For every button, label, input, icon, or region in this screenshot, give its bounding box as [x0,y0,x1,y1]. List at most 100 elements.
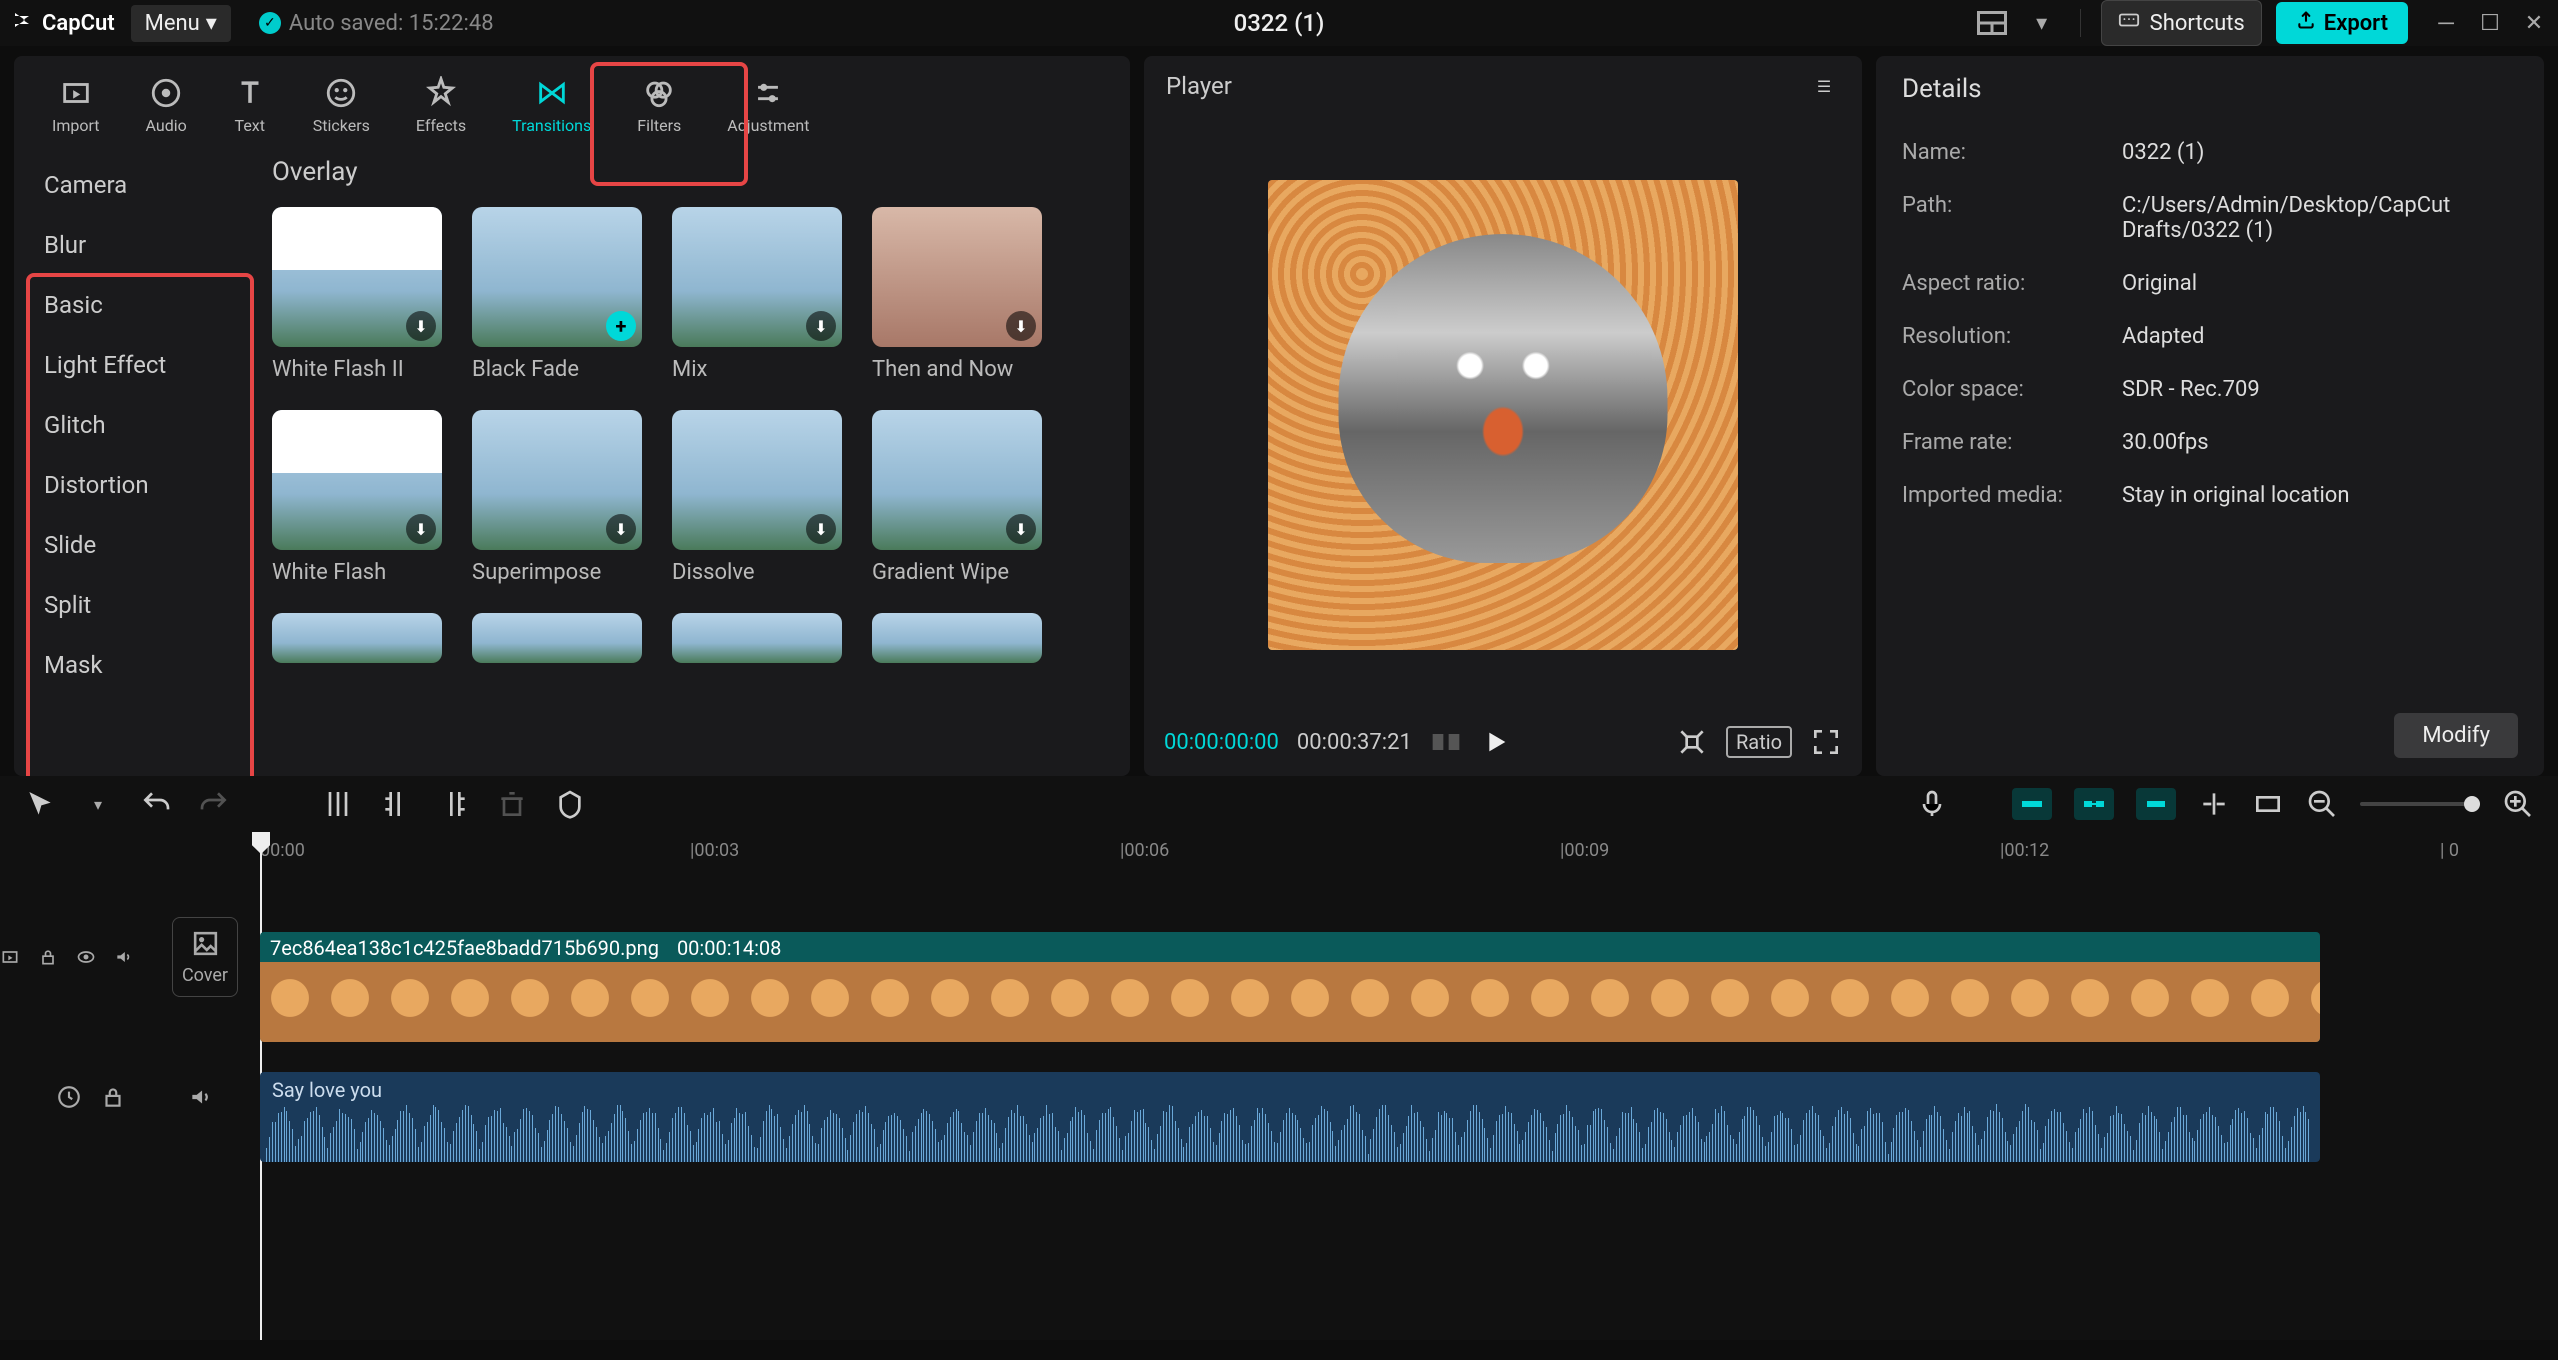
redo-icon[interactable] [198,788,230,820]
library-panel: ImportAudioTextStickersEffectsTransition… [14,56,1130,776]
preview-canvas[interactable] [1268,180,1738,650]
download-icon[interactable]: ⬇ [806,514,836,544]
tab-stickers[interactable]: Stickers [295,66,388,145]
pointer-dropdown-icon[interactable]: ▾ [82,788,114,820]
add-icon[interactable]: + [606,311,636,341]
category-blur[interactable]: Blur [20,215,246,275]
modify-button[interactable]: Modify [2394,713,2518,758]
download-icon[interactable]: ⬇ [406,311,436,341]
audio-clock-icon[interactable] [56,1084,82,1110]
layout-icon[interactable] [1974,5,2010,41]
menu-button[interactable]: Menu ▾ [131,5,231,42]
tab-transitions[interactable]: Transitions [494,66,609,145]
download-icon[interactable]: ⬇ [1006,311,1036,341]
tab-audio[interactable]: Audio [128,66,205,145]
stickers-icon [324,76,358,110]
trim-left-icon[interactable] [380,788,412,820]
transition-item[interactable] [472,613,642,663]
category-split[interactable]: Split [20,575,246,635]
download-icon[interactable]: ⬇ [806,311,836,341]
category-basic[interactable]: Basic [20,275,246,335]
minimize-button[interactable]: ─ [2434,11,2458,35]
download-icon[interactable]: ⬇ [606,514,636,544]
undo-icon[interactable] [140,788,172,820]
transition-item[interactable]: ⬇White Flash [272,410,442,585]
zoom-handle[interactable] [2464,796,2480,812]
timeline-settings-icon[interactable] [2252,788,2284,820]
transition-thumbnail[interactable] [872,613,1042,663]
transition-thumbnail[interactable] [672,613,842,663]
transition-item[interactable]: +Black Fade [472,207,642,382]
pointer-tool-icon[interactable] [24,788,56,820]
transition-thumbnail[interactable] [272,613,442,663]
split-icon[interactable] [322,788,354,820]
chevron-down-icon[interactable]: ▾ [2024,5,2060,41]
transition-thumbnail[interactable]: ⬇ [672,207,842,347]
transition-item[interactable]: ⬇Mix [672,207,842,382]
maximize-button[interactable]: ☐ [2478,11,2502,35]
video-clip[interactable]: 7ec864ea138c1c425fae8badd715b690.png 00:… [260,932,2320,1042]
download-icon[interactable]: ⬇ [1006,514,1036,544]
category-mask[interactable]: Mask [20,635,246,695]
transition-thumbnail[interactable]: ⬇ [872,410,1042,550]
transition-item[interactable]: ⬇Dissolve [672,410,842,585]
close-button[interactable]: ✕ [2522,11,2546,35]
tab-text[interactable]: Text [215,66,285,145]
player-menu-icon[interactable]: ☰ [1808,70,1840,102]
cover-button[interactable]: Cover [172,917,238,997]
transition-item[interactable]: ⬇Gradient Wipe [872,410,1042,585]
download-icon[interactable]: ⬇ [406,514,436,544]
category-glitch[interactable]: Glitch [20,395,246,455]
mic-icon[interactable] [1916,788,1948,820]
transition-item[interactable]: ⬇Then and Now [872,207,1042,382]
category-light-effect[interactable]: Light Effect [20,335,246,395]
detail-row: Path:C:/Users/Admin/Desktop/CapCut Draft… [1902,179,2518,257]
project-title: 0322 (1) [1234,9,1325,37]
audio-clip[interactable]: Say love you [260,1072,2320,1162]
transition-thumbnail[interactable]: + [472,207,642,347]
transition-item[interactable] [272,613,442,663]
category-slide[interactable]: Slide [20,515,246,575]
delete-icon[interactable] [496,788,528,820]
preview-axis-icon[interactable] [2198,788,2230,820]
magnet-snap-icon[interactable] [2136,788,2176,820]
magnet-linked-icon[interactable] [2074,788,2114,820]
transition-thumbnail[interactable]: ⬇ [672,410,842,550]
category-distortion[interactable]: Distortion [20,455,246,515]
tab-filters[interactable]: Filters [619,66,699,145]
category-camera[interactable]: Camera [20,155,246,215]
play-button[interactable] [1480,726,1512,758]
shortcuts-button[interactable]: Shortcuts [2101,0,2262,46]
eye-icon[interactable] [76,944,96,970]
magnet-main-icon[interactable] [2012,788,2052,820]
transition-thumbnail[interactable]: ⬇ [272,207,442,347]
compare-view-icon[interactable] [1430,726,1462,758]
mute-icon[interactable] [114,944,134,970]
trim-right-icon[interactable] [438,788,470,820]
transition-item[interactable] [672,613,842,663]
transition-thumbnail[interactable]: ⬇ [472,410,642,550]
tab-adjustment[interactable]: Adjustment [709,66,827,145]
transition-thumbnail[interactable]: ⬇ [272,410,442,550]
ratio-button[interactable]: Ratio [1726,726,1792,758]
crop-icon[interactable] [1676,726,1708,758]
timeline-ruler[interactable]: 00:00|00:03|00:06|00:09|00:12| 0 [240,832,2558,872]
audio-lock-icon[interactable] [100,1084,126,1110]
transition-item[interactable]: ⬇White Flash II [272,207,442,382]
zoom-out-icon[interactable] [2306,788,2338,820]
timeline-tracks[interactable]: 00:00|00:03|00:06|00:09|00:12| 0 7ec864e… [240,832,2558,1340]
tab-import[interactable]: Import [34,66,118,145]
lock-icon[interactable] [38,944,58,970]
transition-item[interactable]: ⬇Superimpose [472,410,642,585]
track-toggle-icon[interactable] [0,944,20,970]
audio-mute-icon[interactable] [188,1084,214,1110]
zoom-slider[interactable] [2360,802,2480,806]
export-button[interactable]: Export [2276,2,2408,44]
tab-effects[interactable]: Effects [398,66,484,145]
fullscreen-icon[interactable] [1810,726,1842,758]
marker-icon[interactable] [554,788,586,820]
transition-item[interactable] [872,613,1042,663]
transition-thumbnail[interactable]: ⬇ [872,207,1042,347]
zoom-in-icon[interactable] [2502,788,2534,820]
transition-thumbnail[interactable] [472,613,642,663]
